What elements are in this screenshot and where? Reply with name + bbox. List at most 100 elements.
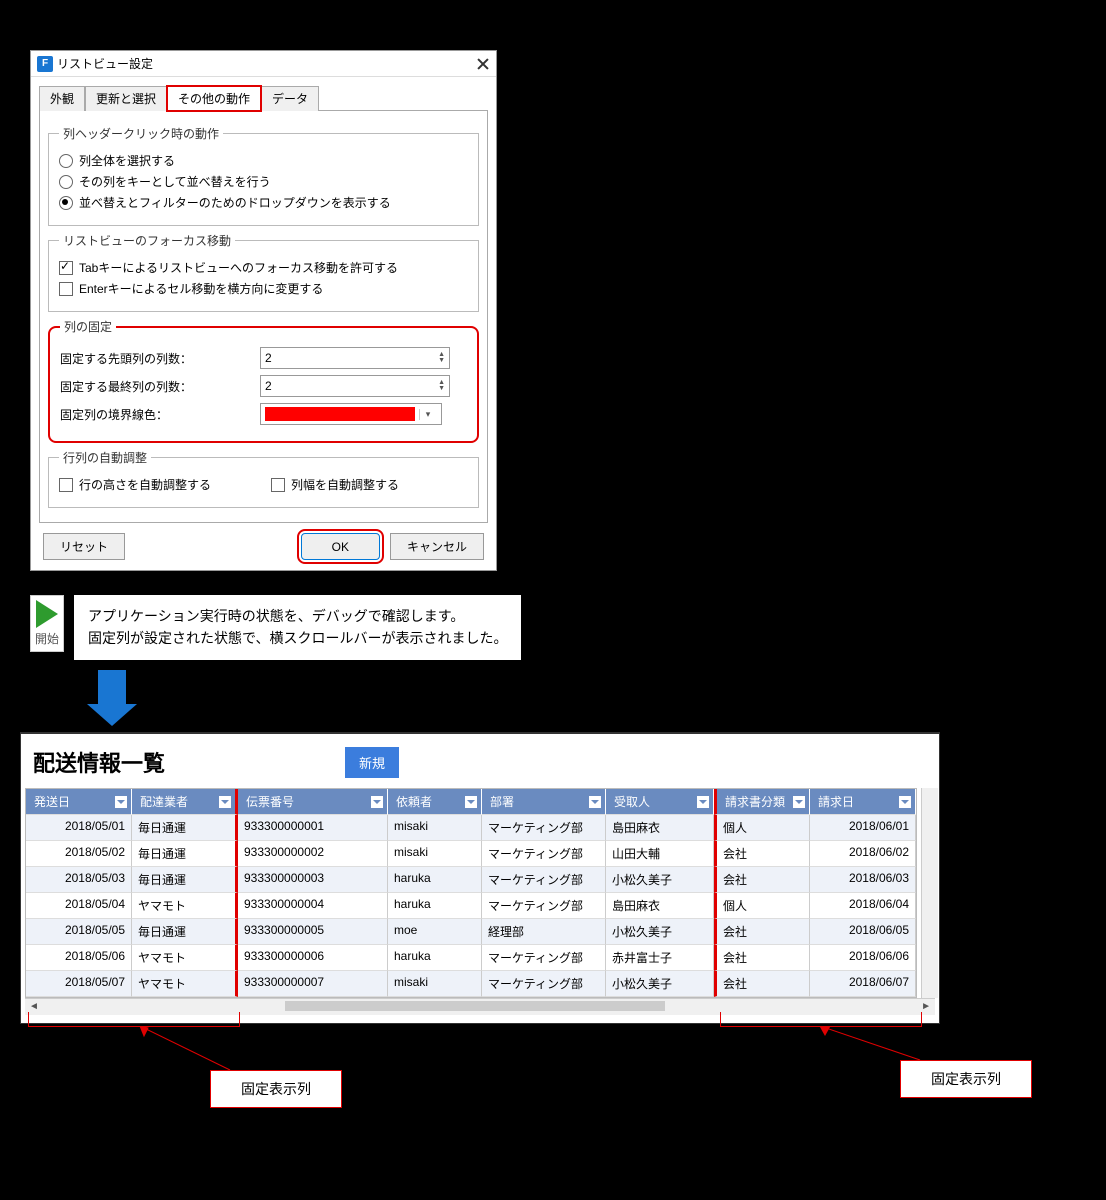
table-cell[interactable]: ヤマモト: [132, 971, 238, 997]
table-cell[interactable]: 個人: [714, 893, 810, 919]
table-cell[interactable]: 933300000004: [238, 893, 388, 919]
chevron-down-icon[interactable]: ▾: [419, 409, 436, 420]
table-row[interactable]: 2018/05/03毎日通運933300000003harukaマーケティング部…: [26, 867, 916, 893]
table-cell[interactable]: 2018/05/06: [26, 945, 132, 971]
filter-icon[interactable]: [465, 796, 477, 808]
table-cell[interactable]: マーケティング部: [482, 893, 606, 919]
column-header[interactable]: 請求日: [810, 789, 916, 815]
checkbox-tab-focus[interactable]: [59, 261, 73, 275]
tab-data[interactable]: データ: [261, 86, 319, 111]
table-cell[interactable]: マーケティング部: [482, 867, 606, 893]
table-cell[interactable]: misaki: [388, 971, 482, 997]
table-cell[interactable]: 会社: [714, 867, 810, 893]
column-header[interactable]: 部署: [482, 789, 606, 815]
table-row[interactable]: 2018/05/06ヤマモト933300000006harukaマーケティング部…: [26, 945, 916, 971]
table-cell[interactable]: haruka: [388, 893, 482, 919]
close-icon[interactable]: [476, 57, 490, 71]
filter-icon[interactable]: [219, 796, 231, 808]
table-cell[interactable]: 山田大輔: [606, 841, 714, 867]
table-cell[interactable]: 2018/06/02: [810, 841, 916, 867]
table-row[interactable]: 2018/05/05毎日通運933300000005moe経理部小松久美子会社2…: [26, 919, 916, 945]
checkbox-row-height[interactable]: [59, 478, 73, 492]
filter-icon[interactable]: [115, 796, 127, 808]
table-cell[interactable]: 毎日通運: [132, 815, 238, 841]
table-cell[interactable]: ヤマモト: [132, 893, 238, 919]
scroll-right-icon[interactable]: ►: [921, 1001, 931, 1012]
table-cell[interactable]: 2018/06/03: [810, 867, 916, 893]
column-header[interactable]: 請求書分類: [714, 789, 810, 815]
spinner-arrows-icon[interactable]: ▲▼: [438, 352, 445, 364]
table-cell[interactable]: マーケティング部: [482, 971, 606, 997]
column-header[interactable]: 伝票番号: [238, 789, 388, 815]
tab-update-select[interactable]: 更新と選択: [85, 86, 167, 111]
table-cell[interactable]: 毎日通運: [132, 919, 238, 945]
table-cell[interactable]: 経理部: [482, 919, 606, 945]
table-cell[interactable]: 会社: [714, 971, 810, 997]
new-button[interactable]: 新規: [345, 747, 399, 778]
table-cell[interactable]: misaki: [388, 841, 482, 867]
table-cell[interactable]: 2018/05/03: [26, 867, 132, 893]
table-cell[interactable]: 2018/05/02: [26, 841, 132, 867]
filter-icon[interactable]: [371, 796, 383, 808]
table-cell[interactable]: 毎日通運: [132, 867, 238, 893]
reset-button[interactable]: リセット: [43, 533, 125, 560]
table-cell[interactable]: マーケティング部: [482, 945, 606, 971]
column-header[interactable]: 発送日: [26, 789, 132, 815]
filter-icon[interactable]: [899, 796, 911, 808]
scroll-thumb[interactable]: [285, 1001, 665, 1011]
table-cell[interactable]: 2018/06/05: [810, 919, 916, 945]
table-cell[interactable]: haruka: [388, 867, 482, 893]
table-cell[interactable]: 島田麻衣: [606, 815, 714, 841]
table-cell[interactable]: マーケティング部: [482, 815, 606, 841]
radio-sort-by-column[interactable]: [59, 175, 73, 189]
table-cell[interactable]: 933300000007: [238, 971, 388, 997]
table-cell[interactable]: 会社: [714, 945, 810, 971]
table-cell[interactable]: 2018/06/04: [810, 893, 916, 919]
filter-icon[interactable]: [697, 796, 709, 808]
table-row[interactable]: 2018/05/04ヤマモト933300000004harukaマーケティング部…: [26, 893, 916, 919]
table-cell[interactable]: 会社: [714, 919, 810, 945]
leading-fix-spinner[interactable]: 2 ▲▼: [260, 347, 450, 369]
checkbox-enter-horizontal[interactable]: [59, 282, 73, 296]
table-cell[interactable]: 個人: [714, 815, 810, 841]
scroll-left-icon[interactable]: ◄: [29, 1001, 39, 1012]
ok-button[interactable]: OK: [301, 533, 380, 560]
table-cell[interactable]: 2018/06/06: [810, 945, 916, 971]
table-cell[interactable]: 2018/05/07: [26, 971, 132, 997]
table-cell[interactable]: 会社: [714, 841, 810, 867]
table-cell[interactable]: 933300000002: [238, 841, 388, 867]
table-cell[interactable]: haruka: [388, 945, 482, 971]
table-cell[interactable]: moe: [388, 919, 482, 945]
filter-icon[interactable]: [793, 796, 805, 808]
table-cell[interactable]: 2018/05/04: [26, 893, 132, 919]
table-cell[interactable]: 2018/05/01: [26, 815, 132, 841]
table-cell[interactable]: 933300000005: [238, 919, 388, 945]
cancel-button[interactable]: キャンセル: [390, 533, 484, 560]
tab-other-behavior[interactable]: その他の動作: [167, 86, 261, 111]
column-header[interactable]: 配達業者: [132, 789, 238, 815]
column-header[interactable]: 受取人: [606, 789, 714, 815]
start-debug-button[interactable]: 開始: [30, 595, 64, 652]
table-cell[interactable]: 毎日通運: [132, 841, 238, 867]
table-cell[interactable]: 島田麻衣: [606, 893, 714, 919]
trailing-fix-spinner[interactable]: 2 ▲▼: [260, 375, 450, 397]
table-cell[interactable]: 小松久美子: [606, 971, 714, 997]
table-cell[interactable]: マーケティング部: [482, 841, 606, 867]
table-cell[interactable]: misaki: [388, 815, 482, 841]
table-row[interactable]: 2018/05/07ヤマモト933300000007misakiマーケティング部…: [26, 971, 916, 997]
checkbox-col-width[interactable]: [271, 478, 285, 492]
vertical-scrollbar[interactable]: [921, 788, 938, 998]
border-color-select[interactable]: ▾: [260, 403, 442, 425]
table-cell[interactable]: 933300000003: [238, 867, 388, 893]
table-row[interactable]: 2018/05/01毎日通運933300000001misakiマーケティング部…: [26, 815, 916, 841]
table-cell[interactable]: 2018/06/01: [810, 815, 916, 841]
table-cell[interactable]: 2018/06/07: [810, 971, 916, 997]
table-cell[interactable]: 小松久美子: [606, 919, 714, 945]
table-cell[interactable]: ヤマモト: [132, 945, 238, 971]
filter-icon[interactable]: [589, 796, 601, 808]
tab-appearance[interactable]: 外観: [39, 86, 85, 111]
table-row[interactable]: 2018/05/02毎日通運933300000002misakiマーケティング部…: [26, 841, 916, 867]
column-header[interactable]: 依頼者: [388, 789, 482, 815]
table-cell[interactable]: 933300000006: [238, 945, 388, 971]
spinner-arrows-icon[interactable]: ▲▼: [438, 380, 445, 392]
